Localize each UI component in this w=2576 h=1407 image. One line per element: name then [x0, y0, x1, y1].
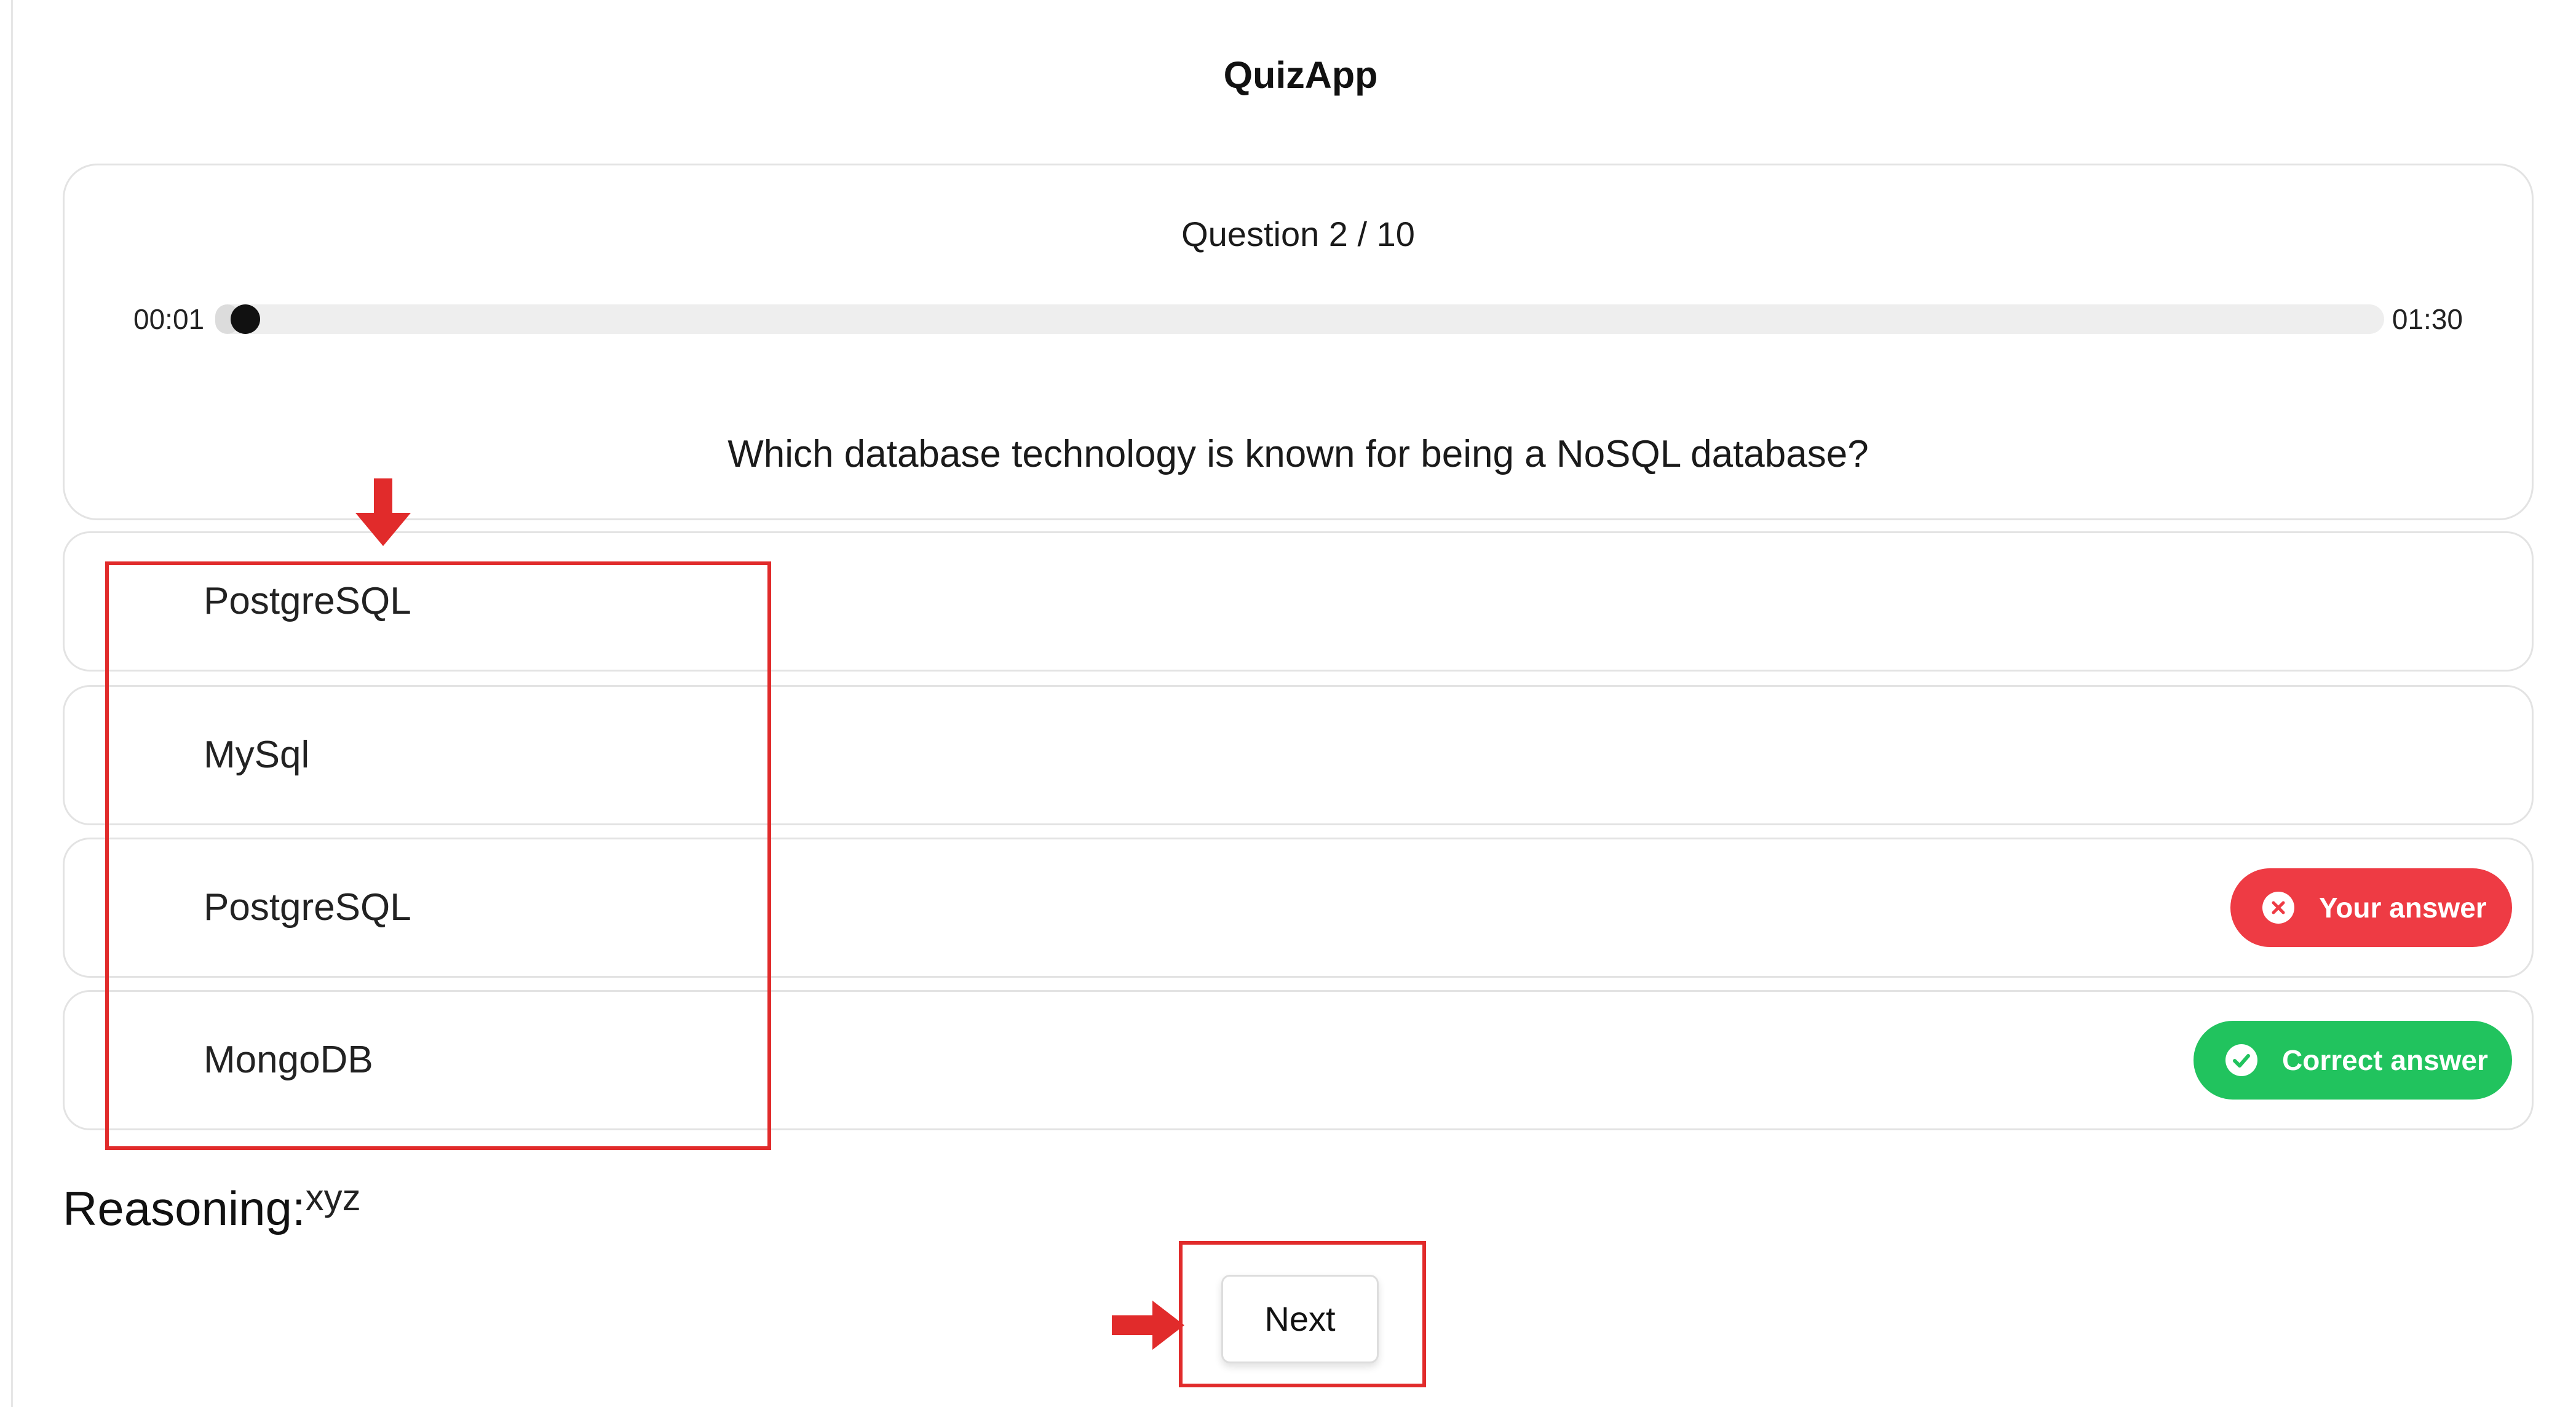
question-card: Question 2 / 10 00:01 01:30 Which databa… — [63, 164, 2534, 520]
reasoning-value: xyz — [305, 1177, 361, 1218]
check-circle-icon — [2225, 1044, 2257, 1076]
question-counter: Question 2 / 10 — [1181, 215, 1415, 253]
reasoning-label: Reasoning: — [63, 1181, 306, 1235]
reasoning-row: Reasoning:xyz — [63, 1175, 361, 1242]
your-answer-badge: Your answer — [2230, 868, 2512, 947]
annotation-box-next — [1179, 1241, 1426, 1387]
timer-progress-thumb — [231, 304, 260, 334]
question-text: Which database technology is known for b… — [727, 433, 1869, 475]
timer-elapsed: 00:01 — [133, 303, 205, 335]
left-divider — [11, 0, 13, 1407]
arrow-down-icon — [355, 478, 411, 546]
correct-answer-badge: Correct answer — [2194, 1021, 2512, 1100]
quiz-page: QuizApp Question 2 / 10 00:01 01:30 Whic… — [0, 0, 2576, 1407]
your-answer-badge-label: Your answer — [2319, 892, 2487, 924]
annotation-box-options — [105, 561, 771, 1150]
timer-progress-track — [215, 304, 2384, 334]
timer-total: 01:30 — [2392, 303, 2463, 335]
app-title: QuizApp — [1223, 54, 1378, 96]
correct-answer-badge-label: Correct answer — [2282, 1044, 2488, 1076]
arrow-right-icon — [1112, 1301, 1184, 1350]
x-circle-icon — [2262, 892, 2294, 924]
